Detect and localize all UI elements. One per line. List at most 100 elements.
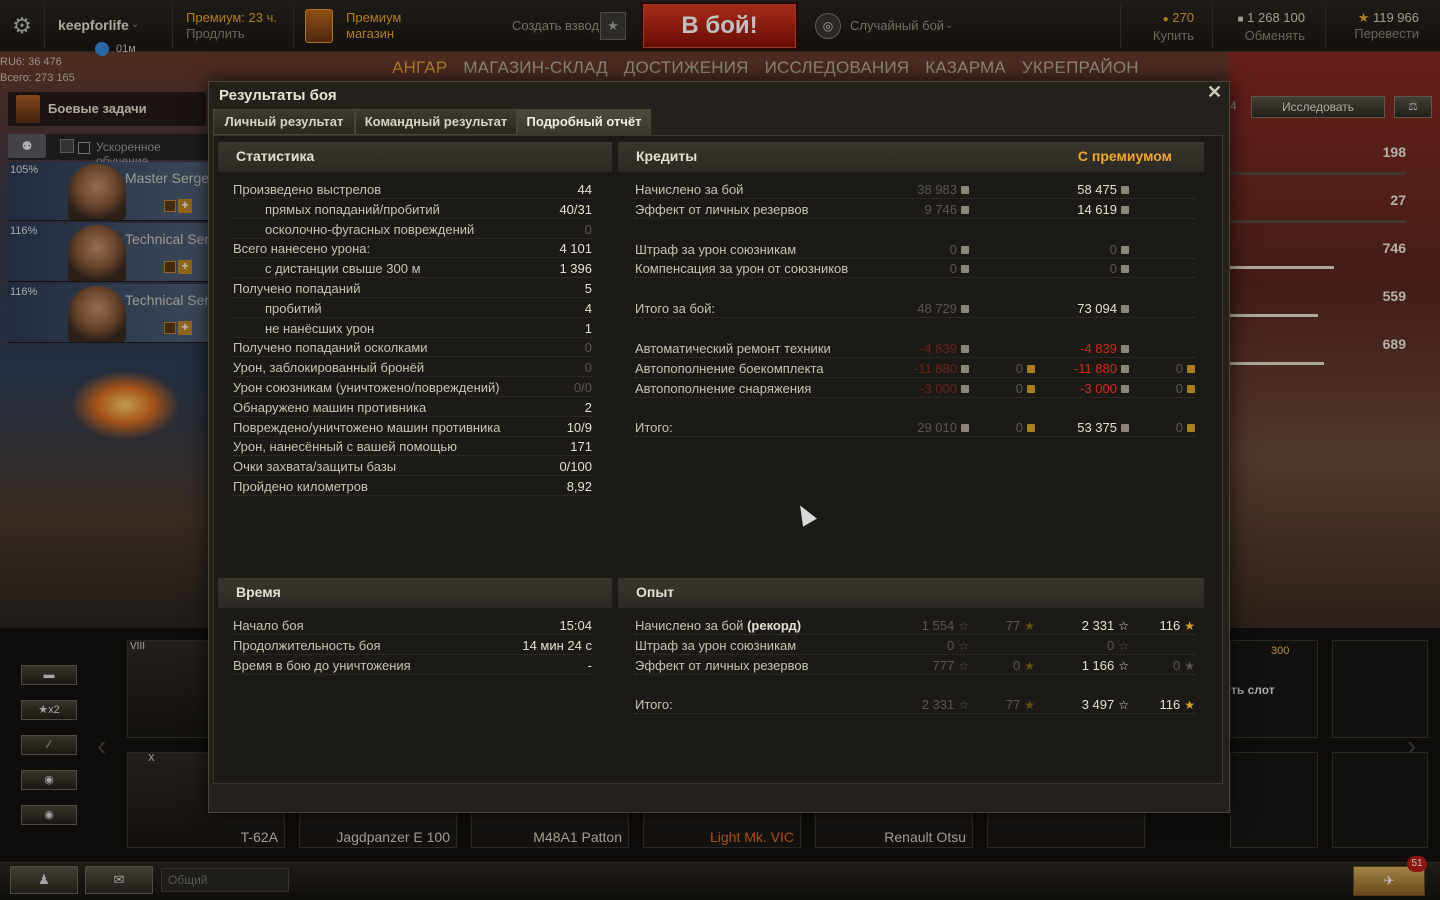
tab-detailed[interactable]: Подробный отчёт xyxy=(517,109,651,135)
credits-row: Эффект от личных резервов 9 746 14 619 xyxy=(635,201,1195,221)
free-xp-premium-value: 0 xyxy=(1173,657,1181,673)
credits-base-value: 48 729 xyxy=(917,301,957,317)
credits-base: 0 xyxy=(950,260,969,278)
credits-premium: 14 619 xyxy=(1077,201,1129,219)
gold-icon xyxy=(1187,384,1195,393)
credits-icon xyxy=(1121,384,1129,393)
tab-personal[interactable]: Личный результат xyxy=(213,109,355,135)
credits-base: 48 729 xyxy=(917,300,969,318)
stat-label: Урон, нанесённый с вашей помощью xyxy=(233,439,457,455)
xp-base: 777 ☆ xyxy=(933,657,969,675)
stat-row: Обнаружено машин противника 2 xyxy=(233,399,592,419)
free-xp-star-icon: ★ xyxy=(1024,658,1035,673)
free-xp-base: 0 ★ xyxy=(1013,657,1035,675)
credits-premium-value: 14 619 xyxy=(1077,201,1117,217)
credits-base: 0 xyxy=(950,241,969,259)
time-row: Продолжительность боя 14 мин 24 с xyxy=(233,637,592,657)
credits-icon xyxy=(1121,205,1129,214)
credits-icon xyxy=(961,186,969,194)
credits-row: Компенсация за урон от союзников 0 0 xyxy=(635,260,1195,280)
stat-label: Урон, заблокированный бронёй xyxy=(233,360,425,376)
stat-row: Пройдено километров 8,92 xyxy=(233,478,592,498)
credits-row: Автопополнение снаряжения -3 000 0 -3 000 0 xyxy=(635,380,1195,400)
stats-header: Статистика xyxy=(218,142,612,172)
credits-base: -3 000 xyxy=(920,380,969,398)
credits-icon xyxy=(961,424,969,433)
credits-header: Кредиты С премиумом xyxy=(618,142,1204,172)
stat-label: Получено попаданий xyxy=(233,281,361,296)
credits-label: Автоматический ремонт техники xyxy=(635,341,831,356)
stat-value: 1 xyxy=(584,320,592,336)
gold-icon xyxy=(1027,384,1035,393)
credits-title: Кредиты xyxy=(636,148,698,164)
stat-row: Очки захвата/защиты базы 0/100 xyxy=(233,458,592,478)
gold-icon xyxy=(1027,364,1035,373)
gold-base: 0 xyxy=(1016,360,1035,378)
credits-label: Автопополнение боекомплекта xyxy=(635,360,824,376)
stat-row: Произведено выстрелов 44 xyxy=(233,181,592,201)
xp-premium: 3 497 ☆ xyxy=(1082,696,1129,714)
credits-premium: -4 839 xyxy=(1080,340,1129,358)
xp-star-icon: ☆ xyxy=(958,638,969,653)
credits-premium-value: 53 375 xyxy=(1077,420,1117,436)
credits-label: Итого: xyxy=(635,420,673,436)
xp-label: Начислено за бой (рекорд) xyxy=(635,617,801,635)
xp-premium: 2 331 ☆ xyxy=(1082,617,1129,635)
stat-value: 4 101 xyxy=(559,241,592,257)
close-icon[interactable]: ✕ xyxy=(1207,82,1222,103)
credits-icon xyxy=(961,305,969,314)
stat-value: 0 xyxy=(584,360,592,376)
credits-icon xyxy=(1121,265,1129,274)
free-xp-premium-value: 116 xyxy=(1159,697,1181,713)
gold-premium: 0 xyxy=(1176,419,1195,437)
credits-base-value: 0 xyxy=(949,261,957,277)
credits-base-value: 38 983 xyxy=(917,182,957,197)
credits-icon xyxy=(1121,345,1129,353)
xp-premium: 1 166 ☆ xyxy=(1082,657,1129,675)
stat-row: Получено попаданий осколками 0 xyxy=(233,339,592,359)
credits-base-value: 29 010 xyxy=(917,420,957,436)
credits-base: 38 983 xyxy=(917,181,969,199)
credits-base: -4 839 xyxy=(920,340,969,358)
stat-label: с дистанции свыше 300 м xyxy=(265,261,421,277)
stat-value: 0/0 xyxy=(573,380,592,395)
credits-base-value: 9 746 xyxy=(924,201,957,217)
stat-label: пробитий xyxy=(265,300,322,316)
xp-record-label: (рекорд) xyxy=(747,618,802,633)
credits-base: -11 880 xyxy=(914,360,969,378)
gold-premium-value: 0 xyxy=(1175,360,1183,376)
credits-premium: -3 000 xyxy=(1080,380,1129,398)
credits-label: Автопополнение снаряжения xyxy=(635,380,812,396)
gold-base-value: 0 xyxy=(1015,420,1023,436)
xp-premium: 0 ☆ xyxy=(1107,637,1129,655)
credits-premium: -11 880 xyxy=(1074,360,1129,378)
stat-row: прямых попаданий/пробитий 40/31 xyxy=(233,201,592,221)
credits-base-value: -4 839 xyxy=(920,341,957,356)
xp-star-icon: ☆ xyxy=(958,658,969,673)
credits-row: Итого: 29 010 0 53 375 0 xyxy=(635,419,1195,439)
report-body: Статистика Произведено выстрелов 44 прямых… xyxy=(213,135,1223,784)
free-xp-star-icon: ★ xyxy=(1184,658,1195,673)
credits-label: Итого за бой: xyxy=(635,301,716,317)
time-value: - xyxy=(587,657,592,673)
credits-premium-value: 58 475 xyxy=(1077,182,1117,197)
xp-premium-value: 0 xyxy=(1107,637,1115,653)
stat-label: Очки захвата/защиты базы xyxy=(233,459,397,475)
xp-label: Итого: xyxy=(635,696,673,714)
credits-premium: 58 475 xyxy=(1077,181,1129,199)
stat-value: 5 xyxy=(584,281,592,296)
xp-star-icon: ☆ xyxy=(1118,658,1129,673)
gold-base-value: 0 xyxy=(1015,380,1023,396)
xp-base-value: 777 xyxy=(932,657,955,673)
gold-icon xyxy=(1187,364,1195,373)
credits-icon xyxy=(1121,364,1129,373)
stat-row: Урон союзникам (уничтожено/повреждений) 0… xyxy=(233,379,592,399)
credits-premium-value: 0 xyxy=(1109,261,1117,277)
credits-label: Компенсация за урон от союзников xyxy=(635,261,849,277)
tab-team[interactable]: Командный результат xyxy=(355,109,517,135)
credits-icon xyxy=(961,205,969,214)
xp-label-text: Эффект от личных резервов xyxy=(635,657,809,673)
free-xp-base-value: 0 xyxy=(1013,657,1021,673)
gold-premium-value: 0 xyxy=(1175,420,1183,436)
window-title: Результаты боя xyxy=(219,87,337,104)
